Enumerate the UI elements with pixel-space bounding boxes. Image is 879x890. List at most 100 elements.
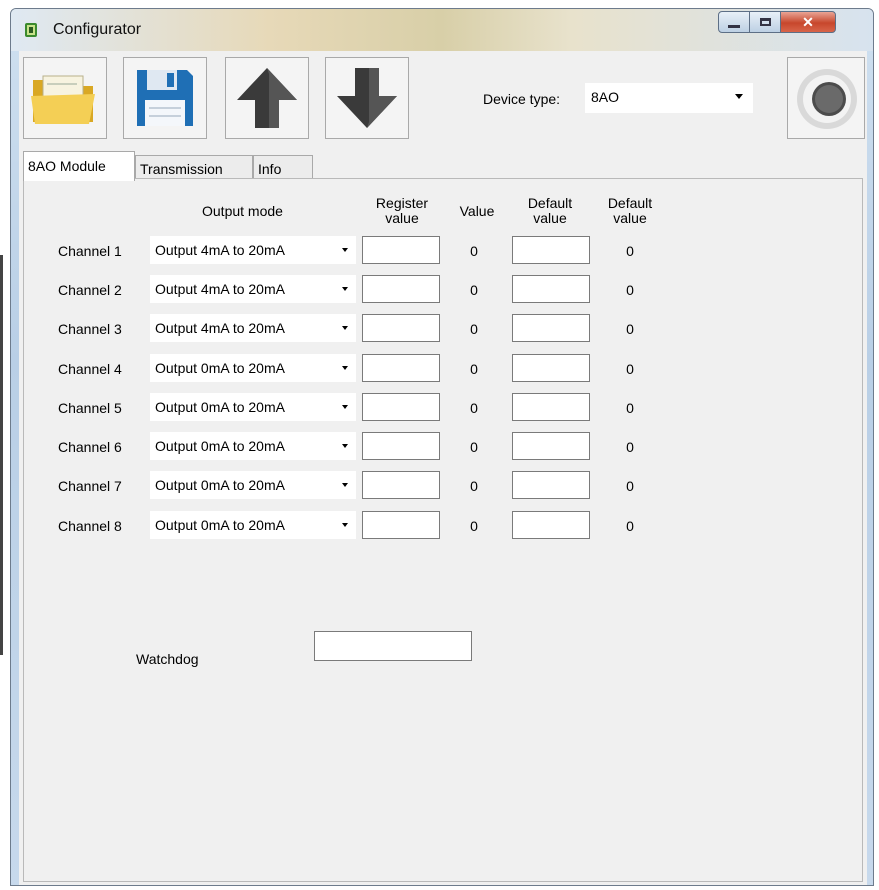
channel-label: Channel 5 bbox=[58, 400, 122, 416]
watchdog-label: Watchdog bbox=[136, 651, 199, 667]
value-text: 0 bbox=[470, 439, 478, 455]
output-mode-value: Output 4mA to 20mA bbox=[155, 320, 285, 336]
register-value-input[interactable] bbox=[362, 354, 440, 382]
upload-button[interactable] bbox=[225, 57, 309, 139]
header-default2-line1: Default bbox=[607, 195, 653, 211]
default-value-text: 0 bbox=[626, 243, 634, 259]
tab-info[interactable]: Info bbox=[253, 155, 313, 179]
channel-label: Channel 1 bbox=[58, 243, 122, 259]
minimize-button[interactable] bbox=[718, 11, 750, 33]
register-value-input[interactable] bbox=[362, 511, 440, 539]
default-value-input[interactable] bbox=[512, 471, 590, 499]
tab-8ao-module[interactable]: 8AO Module bbox=[23, 151, 135, 181]
output-mode-value: Output 0mA to 20mA bbox=[155, 477, 285, 493]
default-value-input[interactable] bbox=[512, 275, 590, 303]
value-text: 0 bbox=[470, 282, 478, 298]
header-default-value-2: Default value bbox=[600, 196, 660, 226]
default-value-input[interactable] bbox=[512, 432, 590, 460]
output-mode-select[interactable]: Output 4mA to 20mA bbox=[150, 275, 356, 303]
default-value-input[interactable] bbox=[512, 236, 590, 264]
output-mode-select[interactable]: Output 0mA to 20mA bbox=[150, 393, 356, 421]
register-value-input[interactable] bbox=[362, 432, 440, 460]
channel-label: Channel 7 bbox=[58, 478, 122, 494]
output-mode-value: Output 0mA to 20mA bbox=[155, 438, 285, 454]
chevron-down-icon bbox=[342, 483, 348, 487]
register-value-input[interactable] bbox=[362, 275, 440, 303]
module-panel: Output mode Register value Value Default… bbox=[23, 178, 863, 882]
header-default-line2: value bbox=[533, 210, 567, 226]
default-value-input[interactable] bbox=[512, 354, 590, 382]
header-register-line2: value bbox=[385, 210, 419, 226]
close-button[interactable]: ✕ bbox=[780, 11, 836, 33]
header-output-mode: Output mode bbox=[202, 203, 283, 219]
chevron-down-icon bbox=[342, 523, 348, 527]
value-text: 0 bbox=[470, 243, 478, 259]
arrow-down-icon bbox=[337, 68, 397, 128]
output-mode-value: Output 0mA to 20mA bbox=[155, 517, 285, 533]
minimize-icon bbox=[728, 24, 740, 28]
header-default-value: Default value bbox=[518, 196, 582, 226]
value-text: 0 bbox=[470, 400, 478, 416]
header-register-value: Register value bbox=[372, 196, 432, 226]
output-mode-select[interactable]: Output 0mA to 20mA bbox=[150, 354, 356, 382]
register-value-input[interactable] bbox=[362, 471, 440, 499]
tab-transmission[interactable]: Transmission bbox=[135, 155, 253, 179]
connect-button[interactable] bbox=[787, 57, 865, 139]
output-mode-value: Output 0mA to 20mA bbox=[155, 399, 285, 415]
output-mode-select[interactable]: Output 0mA to 20mA bbox=[150, 511, 356, 539]
channel-label: Channel 3 bbox=[58, 321, 122, 337]
default-value-text: 0 bbox=[626, 518, 634, 534]
close-icon: ✕ bbox=[802, 13, 814, 30]
device-type-select[interactable]: 8AO bbox=[585, 83, 753, 113]
maximize-icon bbox=[759, 18, 771, 26]
chevron-down-icon bbox=[735, 94, 743, 99]
floppy-save-icon bbox=[137, 70, 193, 126]
output-mode-select[interactable]: Output 4mA to 20mA bbox=[150, 236, 356, 264]
output-mode-value: Output 0mA to 20mA bbox=[155, 360, 285, 376]
default-value-text: 0 bbox=[626, 478, 634, 494]
window-title: Configurator bbox=[53, 21, 142, 38]
output-mode-select[interactable]: Output 0mA to 20mA bbox=[150, 471, 356, 499]
folder-open-icon bbox=[31, 75, 95, 124]
register-value-input[interactable] bbox=[362, 314, 440, 342]
default-value-text: 0 bbox=[626, 282, 634, 298]
channel-label: Channel 4 bbox=[58, 361, 122, 377]
header-default2-line2: value bbox=[613, 210, 647, 226]
chevron-down-icon bbox=[342, 405, 348, 409]
output-mode-select[interactable]: Output 4mA to 20mA bbox=[150, 314, 356, 342]
channel-label: Channel 6 bbox=[58, 439, 122, 455]
download-button[interactable] bbox=[325, 57, 409, 139]
header-value: Value bbox=[459, 203, 495, 219]
client-area: Device type: 8AO 8AO Module Transmission… bbox=[19, 51, 867, 885]
chevron-down-icon bbox=[342, 248, 348, 252]
value-text: 0 bbox=[470, 321, 478, 337]
chevron-down-icon bbox=[342, 287, 348, 291]
default-value-input[interactable] bbox=[512, 511, 590, 539]
configurator-window: Configurator ✕ Device type: 8AO 8AO Modu… bbox=[10, 8, 874, 886]
output-mode-value: Output 4mA to 20mA bbox=[155, 281, 285, 297]
maximize-button[interactable] bbox=[749, 11, 781, 33]
default-value-input[interactable] bbox=[512, 393, 590, 421]
chevron-down-icon bbox=[342, 366, 348, 370]
channel-label: Channel 8 bbox=[58, 518, 122, 534]
background-edge bbox=[0, 255, 3, 655]
header-register-line1: Register bbox=[375, 195, 429, 211]
channel-label: Channel 2 bbox=[58, 282, 122, 298]
output-mode-select[interactable]: Output 0mA to 20mA bbox=[150, 432, 356, 460]
value-text: 0 bbox=[470, 361, 478, 377]
app-icon bbox=[25, 23, 37, 37]
chevron-down-icon bbox=[342, 326, 348, 330]
default-value-text: 0 bbox=[626, 400, 634, 416]
open-button[interactable] bbox=[23, 57, 107, 139]
device-type-label: Device type: bbox=[483, 91, 561, 107]
default-value-text: 0 bbox=[626, 439, 634, 455]
output-mode-value: Output 4mA to 20mA bbox=[155, 242, 285, 258]
title-bar: Configurator ✕ bbox=[11, 9, 873, 51]
watchdog-input[interactable] bbox=[314, 631, 472, 661]
save-button[interactable] bbox=[123, 57, 207, 139]
arrow-up-icon bbox=[237, 68, 297, 128]
register-value-input[interactable] bbox=[362, 236, 440, 264]
header-default-line1: Default bbox=[527, 195, 573, 211]
default-value-input[interactable] bbox=[512, 314, 590, 342]
register-value-input[interactable] bbox=[362, 393, 440, 421]
